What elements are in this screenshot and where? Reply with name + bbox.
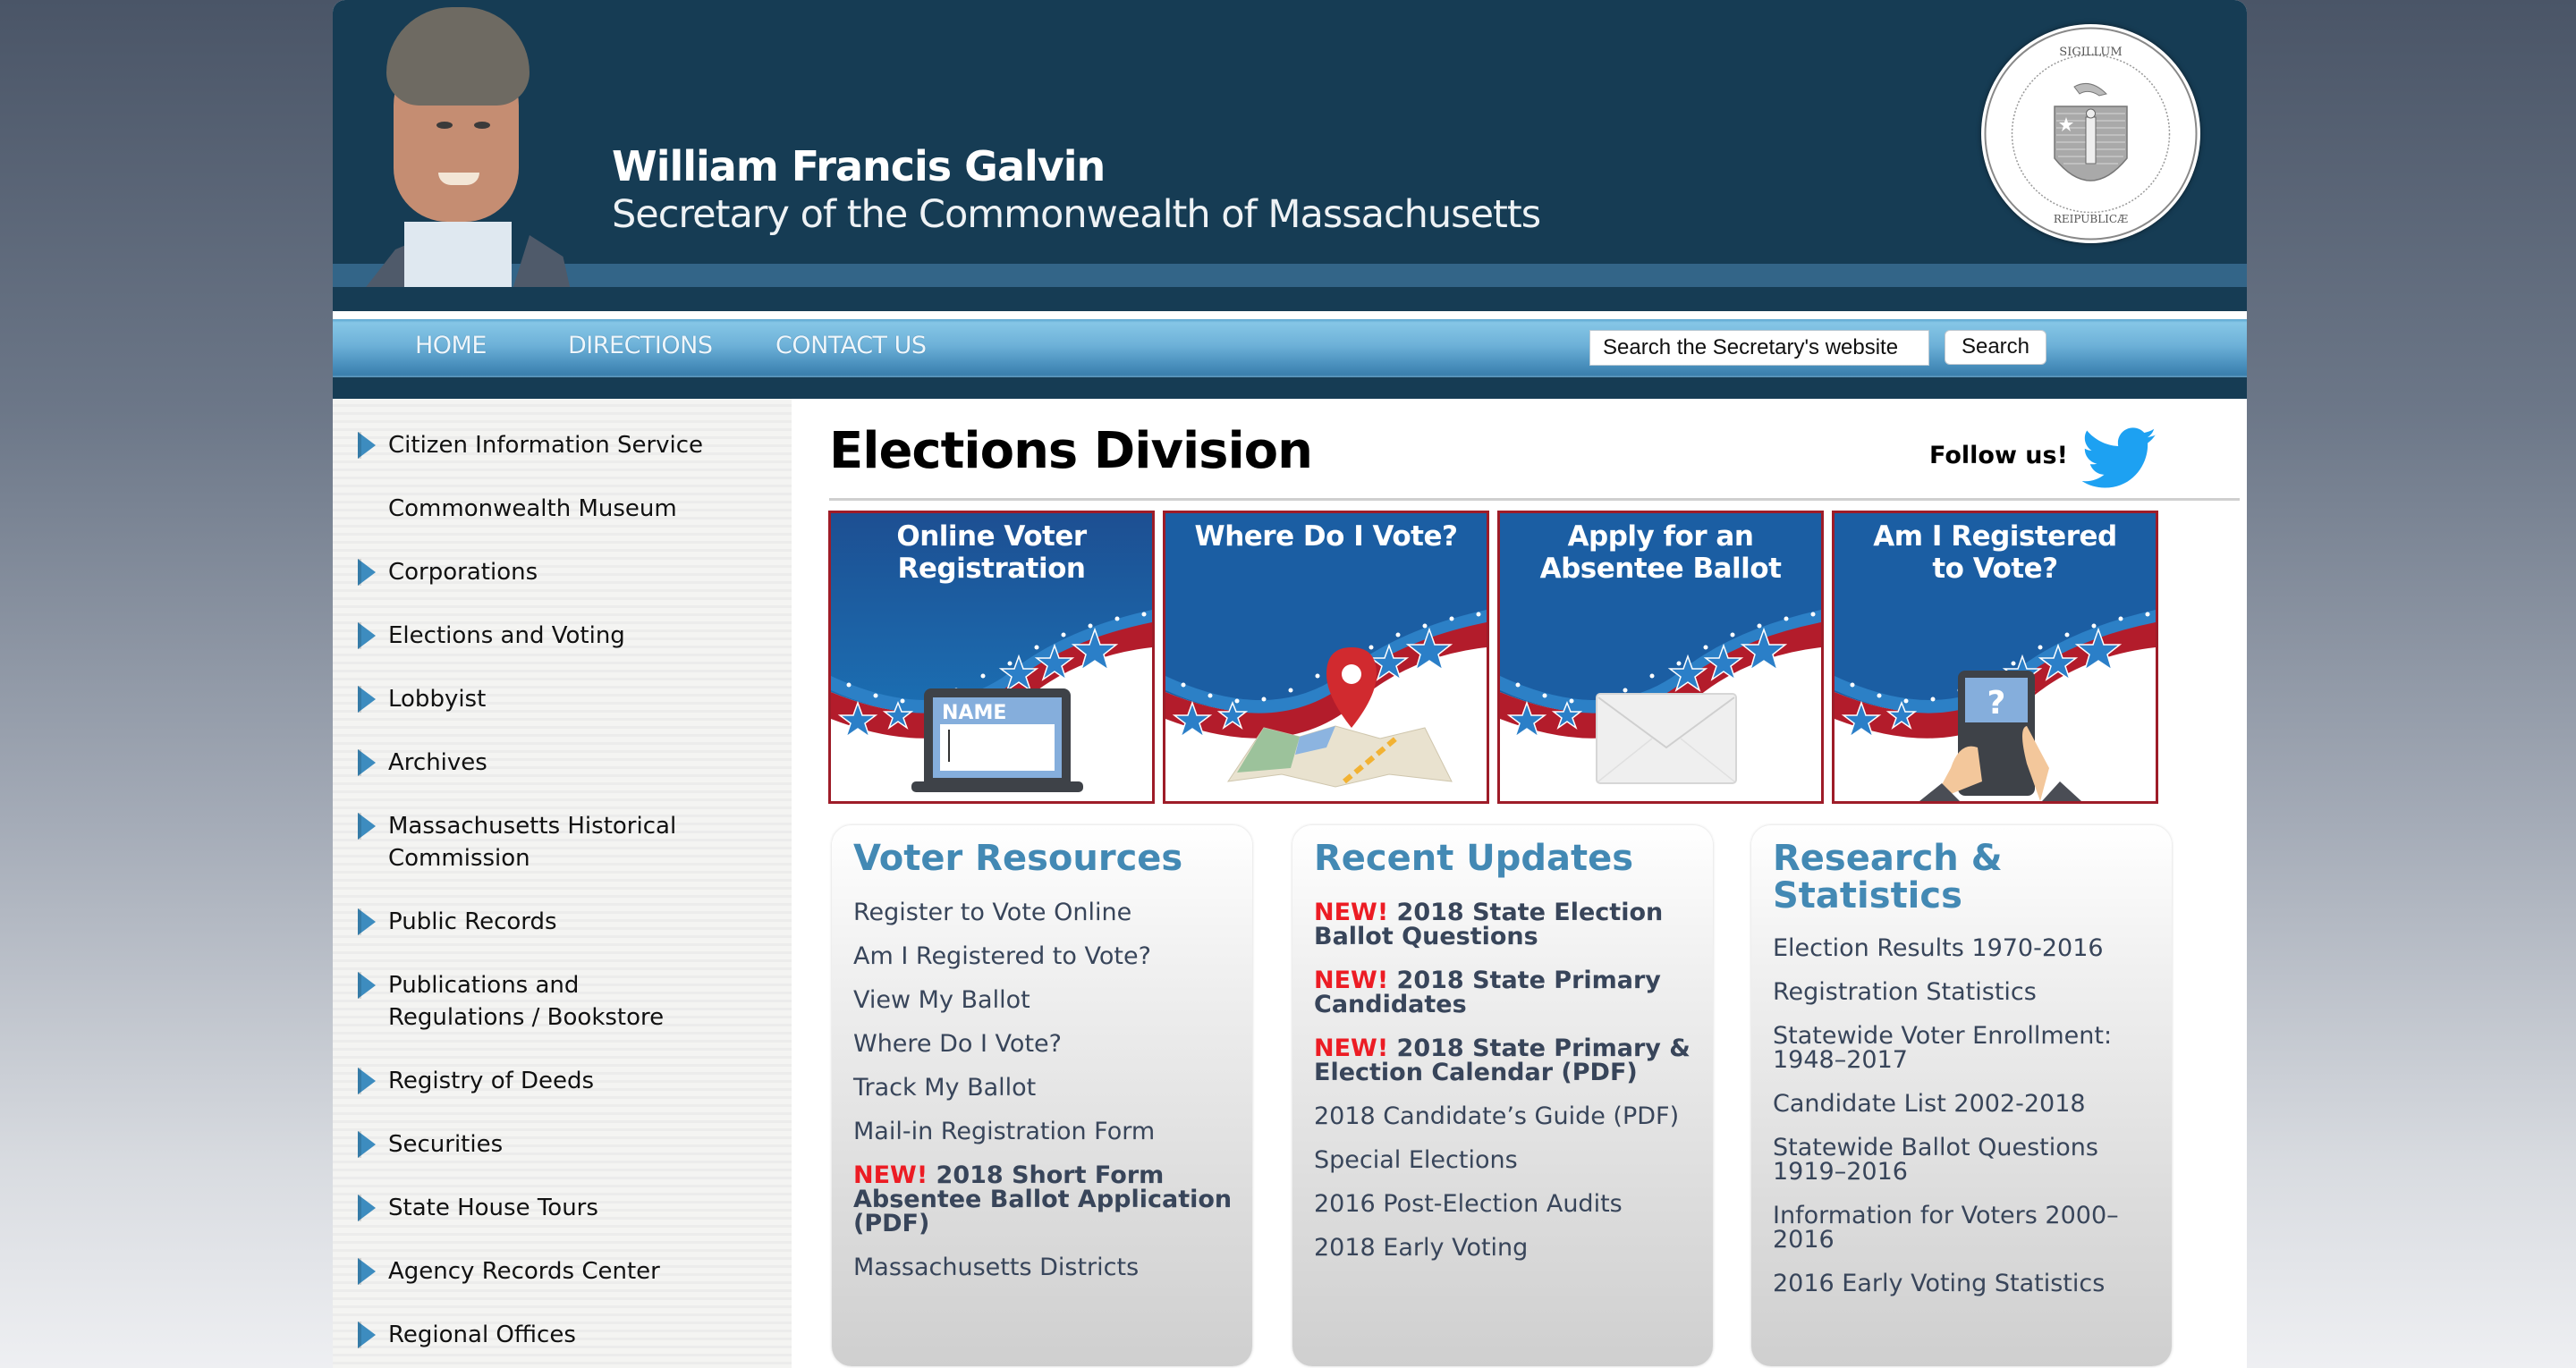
panel-link[interactable]: 2016 Early Voting Statistics: [1773, 1271, 2166, 1296]
title-divider: [829, 498, 2240, 501]
tile-title: Apply for an Absentee Ballot: [1539, 520, 1782, 585]
svg-text:NAME: NAME: [942, 702, 1006, 724]
panel-link[interactable]: Mail-in Registration Form: [853, 1119, 1247, 1144]
page: William Francis Galvin Secretary of the …: [333, 0, 2247, 1368]
nav-bottom-strip: [333, 377, 2247, 399]
svg-text:?: ?: [1987, 685, 2006, 722]
panel-link[interactable]: Am I Registered to Vote?: [853, 944, 1247, 968]
sidebar-item-label: Registry of Deeds: [388, 1068, 595, 1094]
tile-online-voter-registration[interactable]: NAME Online Voter Registration: [828, 511, 1155, 804]
sidebar-item-label: Massachusetts Historical Commission: [388, 813, 677, 872]
top-nav: HOME DIRECTIONS CONTACT US Search: [333, 319, 2247, 377]
sidebar-item-label: Corporations: [388, 559, 538, 586]
header-title-block: William Francis Galvin Secretary of the …: [612, 141, 1541, 238]
arrow-right-icon: [358, 622, 376, 649]
search-button[interactable]: Search: [1945, 330, 2046, 365]
panel-link[interactable]: Statewide Voter Enrollment: 1948–2017: [1773, 1024, 2148, 1072]
sidebar-item-label: Regional Offices: [388, 1322, 576, 1348]
portrait-photo: [351, 7, 574, 287]
nav-contact-us[interactable]: CONTACT US: [775, 332, 927, 359]
sidebar-item-label: Commonwealth Museum: [388, 495, 677, 522]
panel-link-new[interactable]: NEW! 2018 State Primary & Election Calen…: [1314, 1036, 1707, 1085]
panel-heading: Recent Updates: [1314, 838, 1634, 879]
sidebar-item-label: Publications and Regulations / Bookstore: [388, 972, 665, 1031]
arrow-right-icon: [358, 972, 376, 999]
panel-link[interactable]: Registration Statistics: [1773, 980, 2166, 1004]
panel-link-new[interactable]: NEW! 2018 Short Form Absentee Ballot App…: [853, 1163, 1247, 1236]
panel-link-list: Election Results 1970-2016 Registration …: [1773, 936, 2166, 1315]
official-title: Secretary of the Commonwealth of Massach…: [612, 192, 1541, 237]
follow-us-link[interactable]: Follow us!: [1929, 442, 2068, 469]
panel-heading: Voter Resources: [853, 838, 1183, 879]
arrow-right-icon: [358, 1322, 376, 1348]
header-divider: [333, 311, 2247, 319]
sidebar-item-label: Archives: [388, 749, 487, 776]
panel-link[interactable]: 2018 Candidate’s Guide (PDF): [1314, 1104, 1707, 1128]
search-input[interactable]: [1589, 330, 1929, 366]
tile-title: Am I Registered to Vote?: [1873, 520, 2117, 585]
panel-link-new[interactable]: NEW! 2018 State Primary Candidates: [1314, 968, 1707, 1017]
sidebar: Citizen Information Service Commonwealth…: [333, 399, 792, 1368]
sidebar-item-label: State House Tours: [388, 1195, 598, 1221]
panel-link[interactable]: 2016 Post-Election Audits: [1314, 1192, 1707, 1216]
map-pin-icon: [1226, 647, 1453, 788]
arrow-right-icon: [358, 686, 376, 713]
panel-link[interactable]: 2018 Early Voting: [1314, 1236, 1707, 1260]
svg-text:SIGILLUM: SIGILLUM: [2059, 46, 2122, 59]
tile-apply-absentee-ballot[interactable]: Apply for an Absentee Ballot: [1497, 511, 1824, 804]
panel-recent-updates: Recent Updates NEW! 2018 State Election …: [1292, 825, 1713, 1366]
panel-link[interactable]: Information for Voters 2000–2016: [1773, 1203, 2148, 1252]
panel-link[interactable]: Special Elections: [1314, 1148, 1707, 1172]
sidebar-item-label: Agency Records Center: [388, 1258, 660, 1285]
tile-where-do-i-vote[interactable]: Where Do I Vote?: [1163, 511, 1489, 804]
panel-research-statistics: Research & Statistics Election Results 1…: [1751, 825, 2172, 1366]
nav-home[interactable]: HOME: [415, 332, 487, 359]
tile-title: Online Voter Registration: [896, 520, 1087, 585]
arrow-right-icon: [358, 1131, 376, 1158]
sidebar-item-label: Public Records: [388, 908, 557, 935]
panel-link-list: NEW! 2018 State Election Ballot Question…: [1314, 900, 1707, 1279]
arrow-right-icon: [358, 749, 376, 776]
panel-link[interactable]: Track My Ballot: [853, 1076, 1247, 1100]
sidebar-item-label: Citizen Information Service: [388, 432, 704, 459]
panel-link-list: Register to Vote Online Am I Registered …: [853, 900, 1247, 1299]
panel-link[interactable]: Register to Vote Online: [853, 900, 1247, 925]
header-band: [333, 264, 2247, 287]
massachusetts-seal-icon: SIGILLUM REIPUBLICÆ: [1981, 24, 2200, 243]
tile-title: Where Do I Vote?: [1194, 520, 1458, 553]
twitter-bird-icon[interactable]: [2082, 427, 2157, 490]
site-header: William Francis Galvin Secretary of the …: [333, 0, 2247, 311]
panel-link[interactable]: Candidate List 2002-2018: [1773, 1092, 2166, 1116]
sidebar-item-label: Elections and Voting: [388, 622, 625, 649]
svg-text:REIPUBLICÆ: REIPUBLICÆ: [2054, 213, 2128, 225]
arrow-right-icon: [358, 432, 376, 459]
official-name: William Francis Galvin: [612, 142, 1106, 190]
arrow-right-icon: [358, 908, 376, 935]
page-title: Elections Division: [829, 422, 1313, 480]
nav-directions[interactable]: DIRECTIONS: [568, 332, 713, 359]
arrow-right-icon: [358, 1258, 376, 1285]
panel-link[interactable]: Massachusetts Districts: [853, 1255, 1247, 1279]
panel-heading: Research & Statistics: [1773, 838, 2003, 916]
sidebar-item-label: Securities: [388, 1131, 504, 1158]
panel-link[interactable]: View My Ballot: [853, 988, 1247, 1012]
panel-voter-resources: Voter Resources Register to Vote Online …: [832, 825, 1252, 1366]
panel-link[interactable]: Where Do I Vote?: [853, 1032, 1247, 1056]
panel-link[interactable]: Election Results 1970-2016: [1773, 936, 2166, 960]
panel-link-new[interactable]: NEW! 2018 State Election Ballot Question…: [1314, 900, 1707, 949]
arrow-right-icon: [358, 559, 376, 586]
arrow-right-icon: [358, 813, 376, 840]
tile-am-i-registered[interactable]: ? Am I Registered to Vote?: [1832, 511, 2158, 804]
arrow-right-icon: [358, 1195, 376, 1221]
arrow-right-icon: [358, 1068, 376, 1094]
sidebar-item-label: Lobbyist: [388, 686, 487, 713]
panel-link[interactable]: Statewide Ballot Questions 1919–2016: [1773, 1136, 2148, 1184]
